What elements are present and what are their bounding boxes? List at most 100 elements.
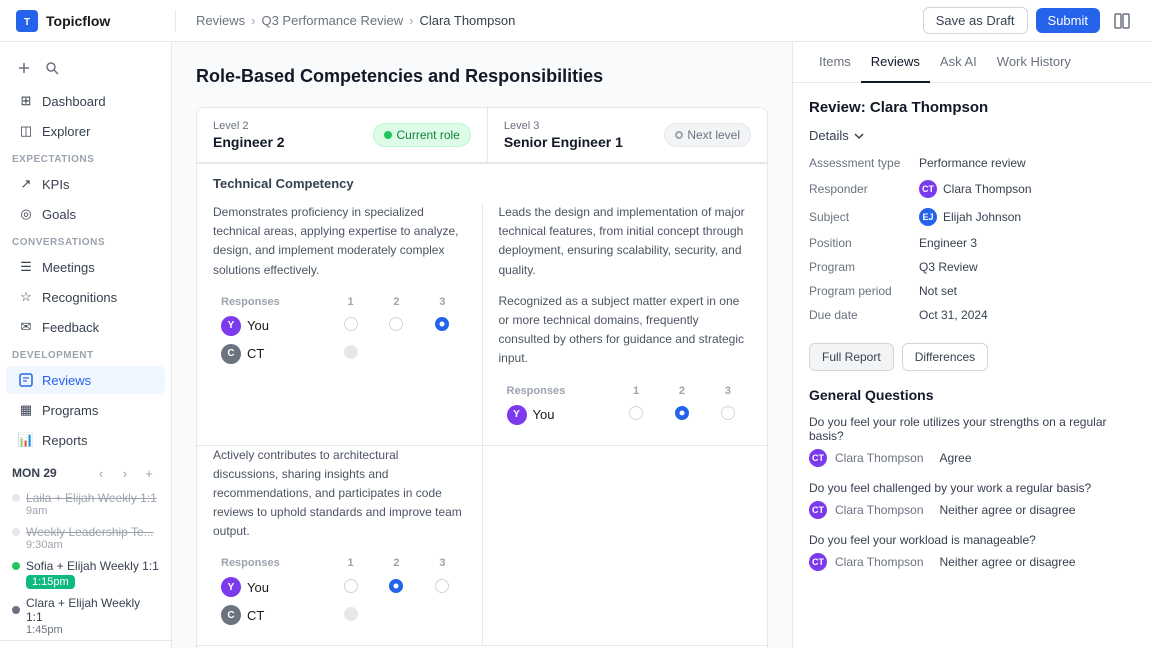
radio2-3[interactable] — [435, 579, 449, 593]
topbar-actions: Save as Draft Submit — [923, 7, 1136, 35]
answer-text-1: Agree — [940, 451, 972, 465]
col-2-3: 3 — [419, 553, 465, 573]
radio2-1[interactable] — [344, 579, 358, 593]
right-panel-content: Review: Clara Thompson Details Assessmen… — [793, 83, 1152, 648]
next-role-level: Level 3 Senior Engineer 1 — [488, 108, 648, 162]
details-toggle[interactable]: Details — [809, 128, 1136, 143]
col-1: 1 — [328, 292, 374, 312]
next-level-name: Senior Engineer 1 — [504, 134, 632, 150]
topbar: T Topicflow Reviews › Q3 Performance Rev… — [0, 0, 1152, 42]
radio-r2[interactable] — [675, 406, 689, 420]
page-title: Role-Based Competencies and Responsibili… — [196, 66, 768, 87]
answer-row-2: CT Clara Thompson Neither agree or disag… — [809, 501, 1136, 519]
question-text-3: Do you feel your workload is manageable? — [809, 533, 1136, 547]
details-row-responder: Responder CT Clara Thompson — [809, 175, 1136, 203]
breadcrumb: Reviews › Q3 Performance Review › Clara … — [196, 13, 915, 28]
ct-avatar: C — [221, 344, 241, 364]
kpis-icon: ↗ — [18, 176, 34, 192]
layout-toggle-icon[interactable] — [1108, 7, 1136, 35]
breadcrumb-reviews[interactable]: Reviews — [196, 13, 245, 28]
sidebar-item-recognitions[interactable]: ☆ Recognitions — [6, 283, 165, 311]
reviews-icon — [18, 372, 34, 388]
answer-row-3: CT Clara Thompson Neither agree or disag… — [809, 553, 1136, 571]
radio2-2[interactable] — [389, 579, 403, 593]
details-section: Details Assessment type Performance revi… — [809, 128, 1136, 327]
answer-text-3: Neither agree or disagree — [940, 555, 1076, 569]
details-row-program: Program Q3 Review — [809, 255, 1136, 279]
breadcrumb-q3review[interactable]: Q3 Performance Review — [261, 13, 403, 28]
sidebar-bottom: ⚙ Settings — [0, 640, 171, 648]
feedback-icon: ✉ — [18, 319, 34, 335]
sidebar-item-dashboard[interactable]: ⊞ Dashboard — [6, 87, 165, 115]
answer-avatar-2: CT — [809, 501, 827, 519]
competency-right-2 — [483, 446, 768, 646]
sidebar-item-meetings[interactable]: ☰ Meetings — [6, 253, 165, 281]
breadcrumb-person: Clara Thompson — [419, 13, 515, 28]
add-button[interactable] — [12, 56, 36, 80]
details-row-position: Position Engineer 3 — [809, 231, 1136, 255]
sidebar-item-goals[interactable]: ◎ Goals — [6, 200, 165, 228]
competency-left-1: Demonstrates proficiency in specialized … — [197, 203, 483, 445]
details-row-due: Due date Oct 31, 2024 — [809, 303, 1136, 327]
content-area: Role-Based Competencies and Responsibili… — [172, 42, 792, 648]
sidebar-item-explorer[interactable]: ◫ Explorer — [6, 117, 165, 145]
submit-button[interactable]: Submit — [1036, 8, 1100, 33]
tab-ask-ai[interactable]: Ask AI — [930, 42, 987, 83]
tab-reviews[interactable]: Reviews — [861, 42, 930, 83]
sidebar-item-kpis[interactable]: ↗ KPIs — [6, 170, 165, 198]
tab-items[interactable]: Items — [809, 42, 861, 83]
response-table-1: Responses 1 2 3 Y You — [213, 292, 466, 368]
details-row-assessment: Assessment type Performance review — [809, 151, 1136, 175]
calendar-event-2[interactable]: Weekly Leadership Te... 9:30am — [0, 521, 171, 555]
general-questions-title: General Questions — [809, 387, 1136, 403]
calendar-next[interactable]: › — [115, 463, 135, 483]
ct-radio2-1 — [344, 607, 358, 621]
answer-text-2: Neither agree or disagree — [940, 503, 1076, 517]
radio-1-3[interactable] — [435, 317, 449, 331]
next-level-label: Level 3 — [504, 120, 632, 132]
radio-1-1[interactable] — [344, 317, 358, 331]
differences-button[interactable]: Differences — [902, 343, 988, 371]
competency-body-1: Demonstrates proficiency in specialized … — [197, 203, 767, 445]
tab-work-history[interactable]: Work History — [987, 42, 1081, 83]
reports-icon: 📊 — [18, 432, 34, 448]
answer-avatar-3: CT — [809, 553, 827, 571]
full-report-button[interactable]: Full Report — [809, 343, 894, 371]
competency-text-left-1: Demonstrates proficiency in specialized … — [213, 203, 466, 280]
competency-text-right-1a: Leads the design and implementation of m… — [499, 203, 752, 280]
calendar-event-3[interactable]: Sofia + Elijah Weekly 1:1 1:15pm — [0, 555, 171, 592]
subject-avatar: EJ — [919, 208, 937, 226]
col-2-1: 1 — [328, 553, 374, 573]
current-badge-dot — [384, 131, 392, 139]
programs-icon: ▦ — [18, 402, 34, 418]
radio-1-2[interactable] — [389, 317, 403, 331]
right-panel-tabs: Items Reviews Ask AI Work History — [793, 42, 1152, 83]
sidebar-item-programs[interactable]: ▦ Programs — [6, 396, 165, 424]
ct-avatar-2: C — [221, 605, 241, 625]
search-icon[interactable] — [40, 56, 64, 80]
radio-r3[interactable] — [721, 406, 735, 420]
table-row: Y You — [213, 573, 466, 601]
calendar-prev[interactable]: ‹ — [91, 463, 111, 483]
svg-text:T: T — [24, 17, 30, 28]
sidebar-item-reviews[interactable]: Reviews — [6, 366, 165, 394]
competency-left-2: Actively contributes to architectural di… — [197, 446, 483, 646]
question-block-1: Do you feel your role utilizes your stre… — [809, 415, 1136, 467]
calendar-event-4[interactable]: Clara + Elijah Weekly 1:1 1:45pm — [0, 592, 171, 640]
sidebar-item-reports[interactable]: 📊 Reports — [6, 426, 165, 454]
current-role-badge-container: Current role — [357, 111, 486, 159]
competency-title-1: Technical Competency — [197, 164, 767, 203]
question-text-1: Do you feel your role utilizes your stre… — [809, 415, 1136, 443]
responses-header-2: Responses — [213, 553, 328, 573]
save-draft-button[interactable]: Save as Draft — [923, 7, 1028, 34]
calendar-add[interactable]: + — [139, 463, 159, 483]
responses-header: Responses — [213, 292, 328, 312]
competency-section-1: Technical Competency Demonstrates profic… — [197, 163, 767, 445]
radio-r1[interactable] — [629, 406, 643, 420]
sidebar-item-feedback[interactable]: ✉ Feedback — [6, 313, 165, 341]
report-buttons: Full Report Differences — [809, 343, 1136, 371]
calendar-event-1[interactable]: Laila + Elijah Weekly 1:1 9am — [0, 487, 171, 521]
current-role-level: Level 2 Engineer 2 — [197, 108, 357, 162]
competency-text-right-1b: Recognized as a subject matter expert in… — [499, 292, 752, 369]
sidebar: ⊞ Dashboard ◫ Explorer EXPECTATIONS ↗ KP… — [0, 42, 172, 648]
